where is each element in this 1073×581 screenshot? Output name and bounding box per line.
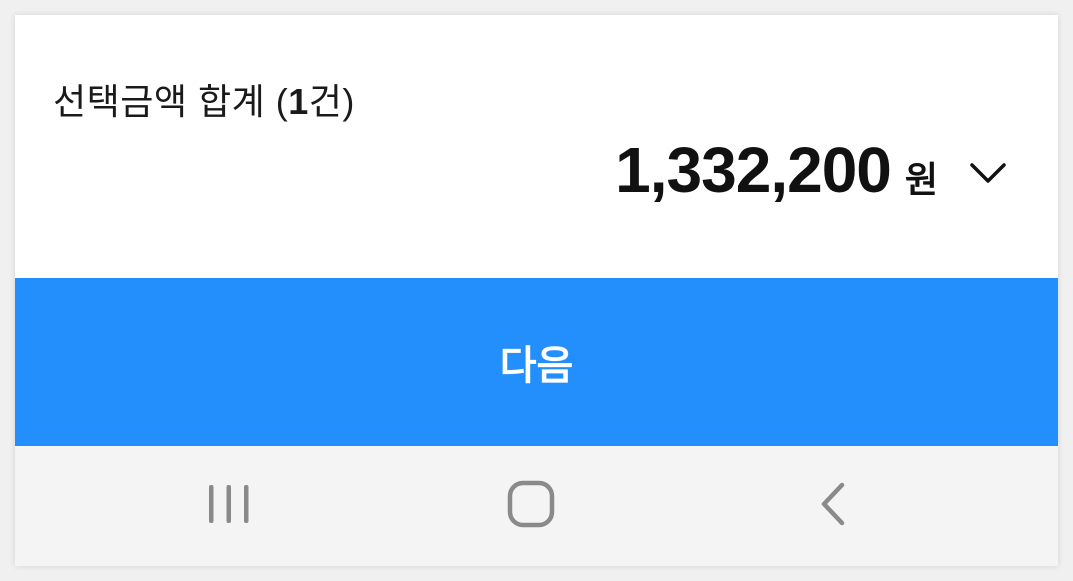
- selected-total-label: 선택금액 합계 (1건): [53, 73, 355, 125]
- label-suffix: 건): [308, 81, 355, 122]
- bottom-sheet: 선택금액 합계 (1건) 1,332,200 원 다음: [15, 15, 1058, 566]
- recents-icon: [207, 483, 251, 530]
- total-amount-toggle[interactable]: 1,332,200 원: [615, 133, 1008, 207]
- back-icon: [818, 481, 848, 532]
- chevron-down-icon[interactable]: [968, 160, 1008, 186]
- total-amount: 1,332,200: [615, 134, 892, 206]
- currency-unit: 원: [904, 159, 938, 200]
- system-navigation-bar: [15, 446, 1058, 566]
- back-button[interactable]: [773, 446, 893, 566]
- next-button[interactable]: 다음: [15, 278, 1058, 446]
- label-prefix: 선택금액 합계 (: [53, 81, 289, 122]
- home-icon: [507, 480, 555, 533]
- home-button[interactable]: [471, 446, 591, 566]
- selected-count: 1: [288, 81, 309, 122]
- selection-summary: 선택금액 합계 (1건) 1,332,200 원: [15, 15, 1058, 278]
- recents-button[interactable]: [169, 446, 289, 566]
